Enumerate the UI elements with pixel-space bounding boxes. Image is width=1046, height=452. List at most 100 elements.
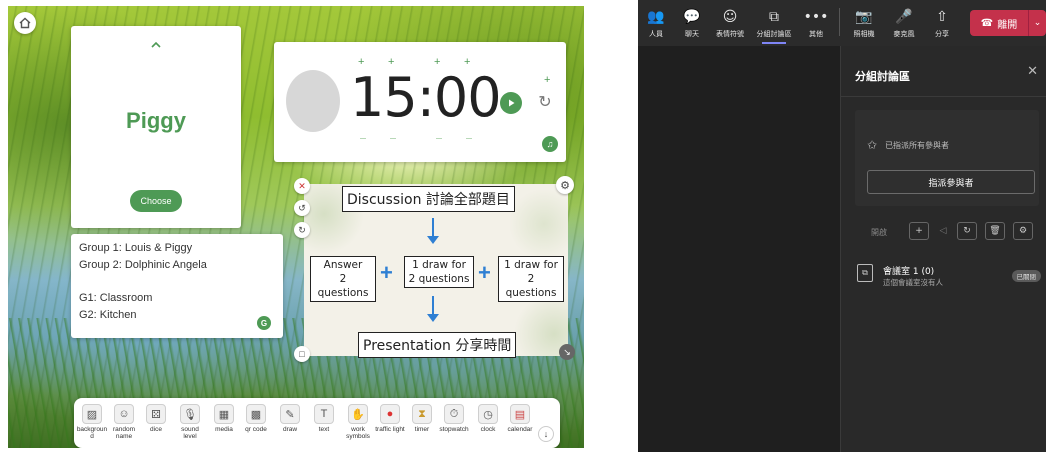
toolbar-item-sound-level[interactable]: 🎙 sound level (174, 404, 206, 440)
toolbar-item-background[interactable]: ▨ backgroun d (76, 404, 108, 440)
home-button[interactable] (14, 12, 36, 34)
breakout-rooms-button[interactable]: ⧉ 分組討論區 (752, 8, 796, 44)
room-name: 會議室 1 (0) (883, 267, 935, 277)
toolbar-label: backgroun d (76, 426, 108, 440)
announce-icon[interactable]: ◁ (933, 222, 953, 240)
close-icon[interactable]: ✕ (294, 178, 310, 194)
toolbar-item-traffic-light[interactable]: ● traffic light (374, 404, 406, 433)
breakout-rooms-panel: 分組討論區 ✕ ✩ 已指派所有參與者 指派參與者 開啟 + ◁ ↻ 🗑 ⚙ ⧉ … (840, 46, 1046, 452)
minus-icon[interactable] (436, 138, 442, 139)
toolbar-item-work-symbols[interactable]: ✋ work symbols (342, 404, 374, 440)
breakout-room-item[interactable]: ⧉ 會議室 1 (0) 這個會議室沒有人 已關閉 (855, 262, 1045, 292)
meeting-toolbar: 👥 人員 💬 聊天 ☺ 表情符號 ⧉ 分組討論區 ••• 其他 📷 照相機 🎤 … (638, 0, 1046, 46)
chat-button[interactable]: 💬 聊天 (674, 8, 710, 39)
gear-icon[interactable]: ⚙ (556, 176, 574, 194)
assign-participants-button[interactable]: 指派參與者 (867, 170, 1035, 194)
panel-title: 分組討論區 (855, 70, 910, 83)
sparkle-icon: ✩ (867, 138, 878, 152)
leave-button[interactable]: ☎ 離開 (970, 10, 1028, 36)
step-line: 1 draw for (504, 259, 558, 271)
media-icon: ▦ (214, 404, 234, 424)
groups-text-card[interactable]: Group 1: Louis & Piggy Group 2: Dolphini… (71, 234, 283, 338)
toolbar-label: work symbols (346, 426, 370, 440)
toolbar-label: dice (150, 426, 162, 433)
step-line: 2 questions (505, 273, 557, 299)
room-subtitle: 這個會議室沒有人 (883, 278, 943, 287)
resize-handle-icon[interactable]: ↘ (559, 344, 575, 360)
microphone-icon: 🎤 (895, 9, 913, 25)
more-icon: ••• (803, 9, 829, 25)
step-line: 2 questions (408, 273, 470, 285)
timer-display: 15:00 (350, 66, 502, 129)
toolbar-label: calendar (507, 426, 533, 433)
mic-button[interactable]: 🎤 麥克風 (886, 8, 922, 39)
room-settings-button[interactable]: ⚙ (1013, 222, 1033, 240)
choose-button[interactable]: Choose (130, 190, 182, 212)
plus-icon[interactable]: + (544, 74, 550, 86)
share-label: 分享 (935, 30, 949, 38)
minus-icon[interactable] (466, 138, 472, 139)
mic-label: 麥克風 (893, 30, 915, 38)
chevron-down-icon[interactable]: ↓ (538, 426, 554, 442)
reset-timer-icon[interactable]: ↻ (535, 92, 555, 114)
plus-sign: + (478, 260, 491, 285)
leave-dropdown[interactable]: ⌄ (1028, 10, 1046, 36)
pencil-icon: ✎ (280, 404, 300, 424)
picked-name: Piggy (126, 108, 186, 133)
traffic-light-icon: ● (380, 404, 400, 424)
toolbar-label: draw (282, 426, 298, 433)
people-button[interactable]: 👥 人員 (638, 8, 674, 39)
stopwatch-icon: ⏱ (444, 404, 464, 424)
toolbar-item-random-name[interactable]: ☺ random name (108, 404, 140, 440)
chevron-up-icon[interactable] (150, 40, 162, 50)
refresh-icon: ↻ (963, 226, 971, 236)
undo-icon[interactable]: ↺ (294, 200, 310, 216)
qr-code-icon: ▩ (246, 404, 266, 424)
step-box: 1 draw for 2 questions (404, 256, 474, 288)
board-title: Discussion 討論全部題目 (342, 186, 515, 212)
toolbar-item-stopwatch[interactable]: ⏱ stopwatch (438, 404, 470, 433)
image-icon: ▨ (82, 404, 102, 424)
open-rooms-label[interactable]: 開啟 (871, 227, 887, 238)
square-icon[interactable]: □ (294, 346, 310, 362)
recreate-rooms-button[interactable]: ↻ (957, 222, 977, 240)
chat-label: 聊天 (685, 30, 699, 38)
toolbar-item-clock[interactable]: ◷ clock (472, 404, 504, 433)
panel-divider (841, 96, 1046, 97)
room-controls: 開啟 + ◁ ↻ 🗑 ⚙ (855, 222, 1046, 242)
dice-icon: ⚄ (146, 404, 166, 424)
toolbar-item-calendar[interactable]: ▤ calendar (504, 404, 536, 433)
classroom-screen: Piggy Choose + + + + + 15:00 ↻ ♫ Group 1… (8, 6, 584, 448)
music-icon[interactable]: ♫ (542, 136, 558, 152)
board-footer: Presentation 分享時間 (358, 332, 517, 358)
toolbar-item-media[interactable]: ▦ media (208, 404, 240, 433)
minus-icon[interactable] (360, 138, 366, 139)
redo-icon[interactable]: ↻ (294, 222, 310, 238)
play-icon (509, 99, 515, 107)
close-icon[interactable]: ✕ (1027, 64, 1038, 79)
more-button[interactable]: ••• 其他 (798, 8, 834, 39)
toolbar-label: traffic light (375, 426, 405, 433)
toolbar-item-draw[interactable]: ✎ draw (274, 404, 306, 433)
step-box: 1 draw for 2 questions (498, 256, 564, 302)
home-icon (19, 17, 31, 29)
group-line: Group 1: Louis & Piggy (79, 242, 193, 254)
toolbar-item-text[interactable]: T text (308, 404, 340, 433)
phone-hangup-icon: ☎ (980, 17, 994, 29)
toolbar-item-timer[interactable]: ⧗ timer (406, 404, 438, 433)
group-line: G2: Kitchen (79, 309, 137, 321)
play-button[interactable] (500, 92, 522, 114)
plus-sign: + (380, 260, 393, 285)
camera-label: 照相機 (853, 30, 875, 38)
timer-card: + + + + + 15:00 ↻ ♫ (274, 42, 566, 162)
breakout-rooms-label: 分組討論區 (752, 29, 796, 44)
camera-button[interactable]: 📷 照相機 (846, 8, 882, 39)
add-room-button[interactable]: + (909, 222, 929, 240)
reactions-button[interactable]: ☺ 表情符號 (712, 8, 748, 39)
delete-rooms-button[interactable]: 🗑 (985, 222, 1005, 240)
toolbar-item-qr-code[interactable]: ▩ qr code (240, 404, 272, 433)
minus-icon[interactable] (390, 138, 396, 139)
microphone-icon: 🎙 (180, 404, 200, 424)
toolbar-item-dice[interactable]: ⚄ dice (140, 404, 172, 433)
share-button[interactable]: ⇧ 分享 (924, 8, 960, 39)
